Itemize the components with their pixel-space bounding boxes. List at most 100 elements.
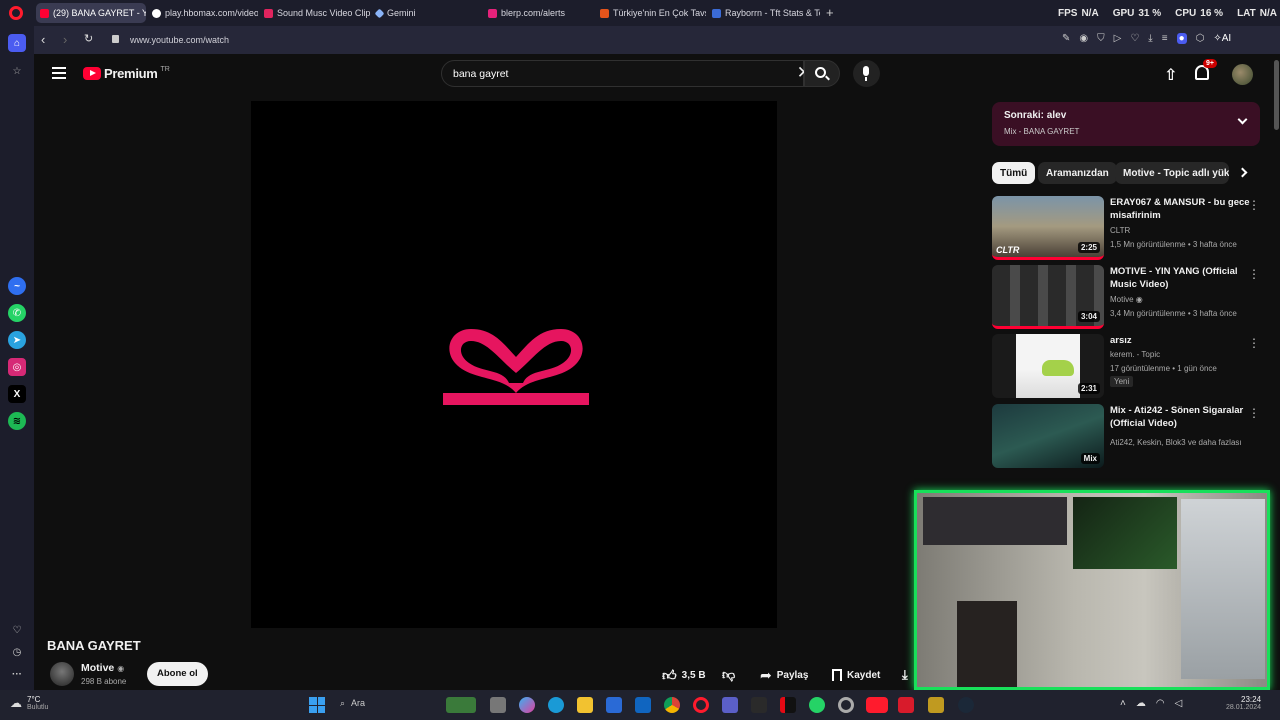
list-item[interactable]: CLTR 2:25 ERAY067 & MANSUR - bu gece mis… — [992, 196, 1260, 262]
upload-icon[interactable]: ⇧ — [1164, 65, 1177, 85]
copilot-icon[interactable] — [519, 697, 535, 713]
instagram-icon[interactable]: ◎ — [8, 358, 26, 376]
play-icon[interactable]: ▷ — [1114, 33, 1122, 44]
menu-icon[interactable]: ≡ — [1162, 33, 1168, 44]
search-box[interactable]: bana gayret ✕ — [441, 60, 811, 87]
netflix-icon[interactable] — [780, 697, 796, 713]
tab-sound-music[interactable]: Sound Musc Video Clips - — [260, 3, 370, 23]
back-icon[interactable]: ‹ — [41, 32, 45, 47]
channel-avatar[interactable] — [50, 662, 74, 686]
video-player[interactable] — [251, 101, 777, 628]
opera-gx-icon[interactable] — [866, 697, 888, 713]
profile-icon[interactable]: ● — [1176, 33, 1187, 44]
subscribe-button[interactable]: Abone ol — [147, 662, 208, 686]
download-icon[interactable]: ⤓ — [1148, 33, 1152, 44]
download-button[interactable]: ⤓ — [902, 664, 908, 686]
hamburger-menu-icon[interactable] — [52, 67, 66, 79]
dislike-button[interactable]: 👎︎ — [722, 664, 735, 686]
wifi-icon[interactable]: ◠ — [1156, 698, 1165, 709]
more-options-icon[interactable]: ⋮ — [1248, 336, 1260, 350]
chevron-right-icon[interactable] — [1237, 167, 1248, 178]
taskbar-search[interactable]: ⌕ Ara — [340, 698, 365, 709]
opera-logo-icon[interactable] — [9, 6, 23, 20]
notifications-button[interactable]: 9+ — [1195, 59, 1217, 80]
up-next-panel[interactable]: Sonraki: alev Mix - BANA GAYRET — [992, 102, 1260, 146]
video-thumbnail[interactable]: Mix — [992, 404, 1104, 468]
share-button[interactable]: ➦ Paylaş — [760, 664, 808, 686]
chrome-icon[interactable] — [664, 697, 680, 713]
task-view-icon[interactable] — [490, 697, 506, 713]
list-item[interactable]: Mix Mix - Ati242 - Sönen Sigaralar (Offi… — [992, 404, 1260, 470]
windows-start-icon[interactable] — [309, 697, 325, 713]
ai-button[interactable]: ✧AI — [1213, 33, 1231, 44]
more-options-icon[interactable]: ⋮ — [1248, 267, 1260, 281]
tab-gemini[interactable]: Gemini — [372, 3, 482, 23]
chevron-up-icon[interactable]: ˄ — [1120, 698, 1126, 709]
whatsapp-icon[interactable] — [809, 697, 825, 713]
tab-label: Türkiye'nin En Çok Tavsiye — [613, 8, 706, 18]
tab-tavsiye[interactable]: Türkiye'nin En Çok Tavsiye — [596, 3, 706, 23]
search-button[interactable] — [804, 60, 840, 87]
epic-games-icon[interactable] — [751, 697, 767, 713]
edit-icon[interactable]: ✎ — [1062, 33, 1070, 44]
more-icon[interactable]: ··· — [8, 665, 26, 683]
list-item[interactable]: 3:04 MOTIVE - YIN YANG (Official Music V… — [992, 265, 1260, 331]
forward-icon[interactable]: › — [63, 32, 67, 47]
tab-hbomax[interactable]: play.hbomax.com/video/w — [148, 3, 258, 23]
messenger-icon[interactable]: ~ — [8, 277, 26, 295]
search-input[interactable]: bana gayret — [453, 68, 508, 80]
voice-search-button[interactable] — [853, 60, 880, 87]
save-button[interactable]: Kaydet — [832, 664, 880, 686]
avatar[interactable] — [1232, 64, 1253, 85]
tab-rayborrn[interactable]: Rayborrn - Tft Stats & Too — [708, 3, 820, 23]
store-icon[interactable] — [606, 697, 622, 713]
app-icon[interactable] — [928, 697, 944, 713]
volume-icon[interactable]: ◁ — [1175, 698, 1183, 709]
app-icon[interactable] — [898, 697, 914, 713]
address-bar-actions: ✎ ◉ ⛉ ▷ ♡ ⤓ ≡ ● ⬡ ✧AI — [1062, 33, 1231, 44]
chip-all[interactable]: Tümü — [992, 162, 1036, 184]
video-thumbnail[interactable]: CLTR 2:25 — [992, 196, 1104, 260]
video-thumbnail[interactable]: 2:31 — [992, 334, 1104, 398]
chip-uploaded-by[interactable]: Motive - Topic adlı yükle — [1115, 162, 1229, 184]
widgets-icon[interactable] — [446, 697, 476, 713]
file-explorer-icon[interactable] — [577, 697, 593, 713]
more-options-icon[interactable]: ⋮ — [1248, 198, 1260, 212]
reload-icon[interactable]: ↻ — [84, 32, 93, 45]
settings-icon[interactable] — [838, 697, 854, 713]
clock[interactable]: 23:24 28.01.2024 — [1226, 695, 1261, 711]
chip-from-search[interactable]: Aramanızdan — [1038, 162, 1117, 184]
outlook-icon[interactable] — [635, 697, 651, 713]
shield-icon[interactable]: ⛉ — [1097, 33, 1105, 44]
edge-icon[interactable] — [548, 697, 564, 713]
extension-icon[interactable]: ⬡ — [1196, 33, 1205, 44]
more-options-icon[interactable]: ⋮ — [1248, 406, 1260, 420]
teams-icon[interactable] — [722, 697, 738, 713]
heart-icon[interactable]: ♡ — [1130, 33, 1139, 44]
channel-name[interactable]: Motive ◉ — [81, 662, 124, 674]
star-icon[interactable]: ☆ — [8, 62, 26, 80]
whatsapp-icon[interactable]: ✆ — [8, 304, 26, 322]
chevron-down-icon[interactable] — [1237, 114, 1248, 125]
opera-icon[interactable] — [693, 697, 709, 713]
history-icon[interactable]: ◷ — [8, 643, 26, 661]
scrollbar[interactable] — [1274, 60, 1279, 130]
weather-widget[interactable]: ☁ 7°C Bulutlu — [10, 695, 48, 711]
home-icon[interactable]: ⌂ — [8, 34, 26, 52]
spotify-icon[interactable]: ≋ — [8, 412, 26, 430]
cloud-icon[interactable]: ☁ — [1136, 698, 1146, 709]
steam-icon[interactable] — [958, 697, 974, 713]
video-thumbnail[interactable]: 3:04 — [992, 265, 1104, 329]
x-icon[interactable]: X — [8, 385, 26, 403]
tab-blerp[interactable]: blerp.com/alerts — [484, 3, 594, 23]
list-item[interactable]: 2:31 arsız kerem. - Topic 17 görüntülenm… — [992, 334, 1260, 400]
youtube-logo[interactable]: Premium TR — [83, 66, 170, 81]
telegram-icon[interactable]: ➤ — [8, 331, 26, 349]
camera-icon[interactable]: ◉ — [1079, 33, 1088, 44]
like-button[interactable]: 👍︎ 3,5 B — [662, 664, 706, 686]
browser-tab-bar: (29) BANA GAYRET - YouT play.hbomax.com/… — [0, 0, 1280, 26]
tab-youtube[interactable]: (29) BANA GAYRET - YouT — [36, 3, 146, 23]
new-tab-icon[interactable]: + — [826, 5, 834, 20]
heart-icon[interactable]: ♡ — [8, 621, 26, 639]
url-field[interactable]: www.youtube.com/watch — [130, 35, 229, 45]
